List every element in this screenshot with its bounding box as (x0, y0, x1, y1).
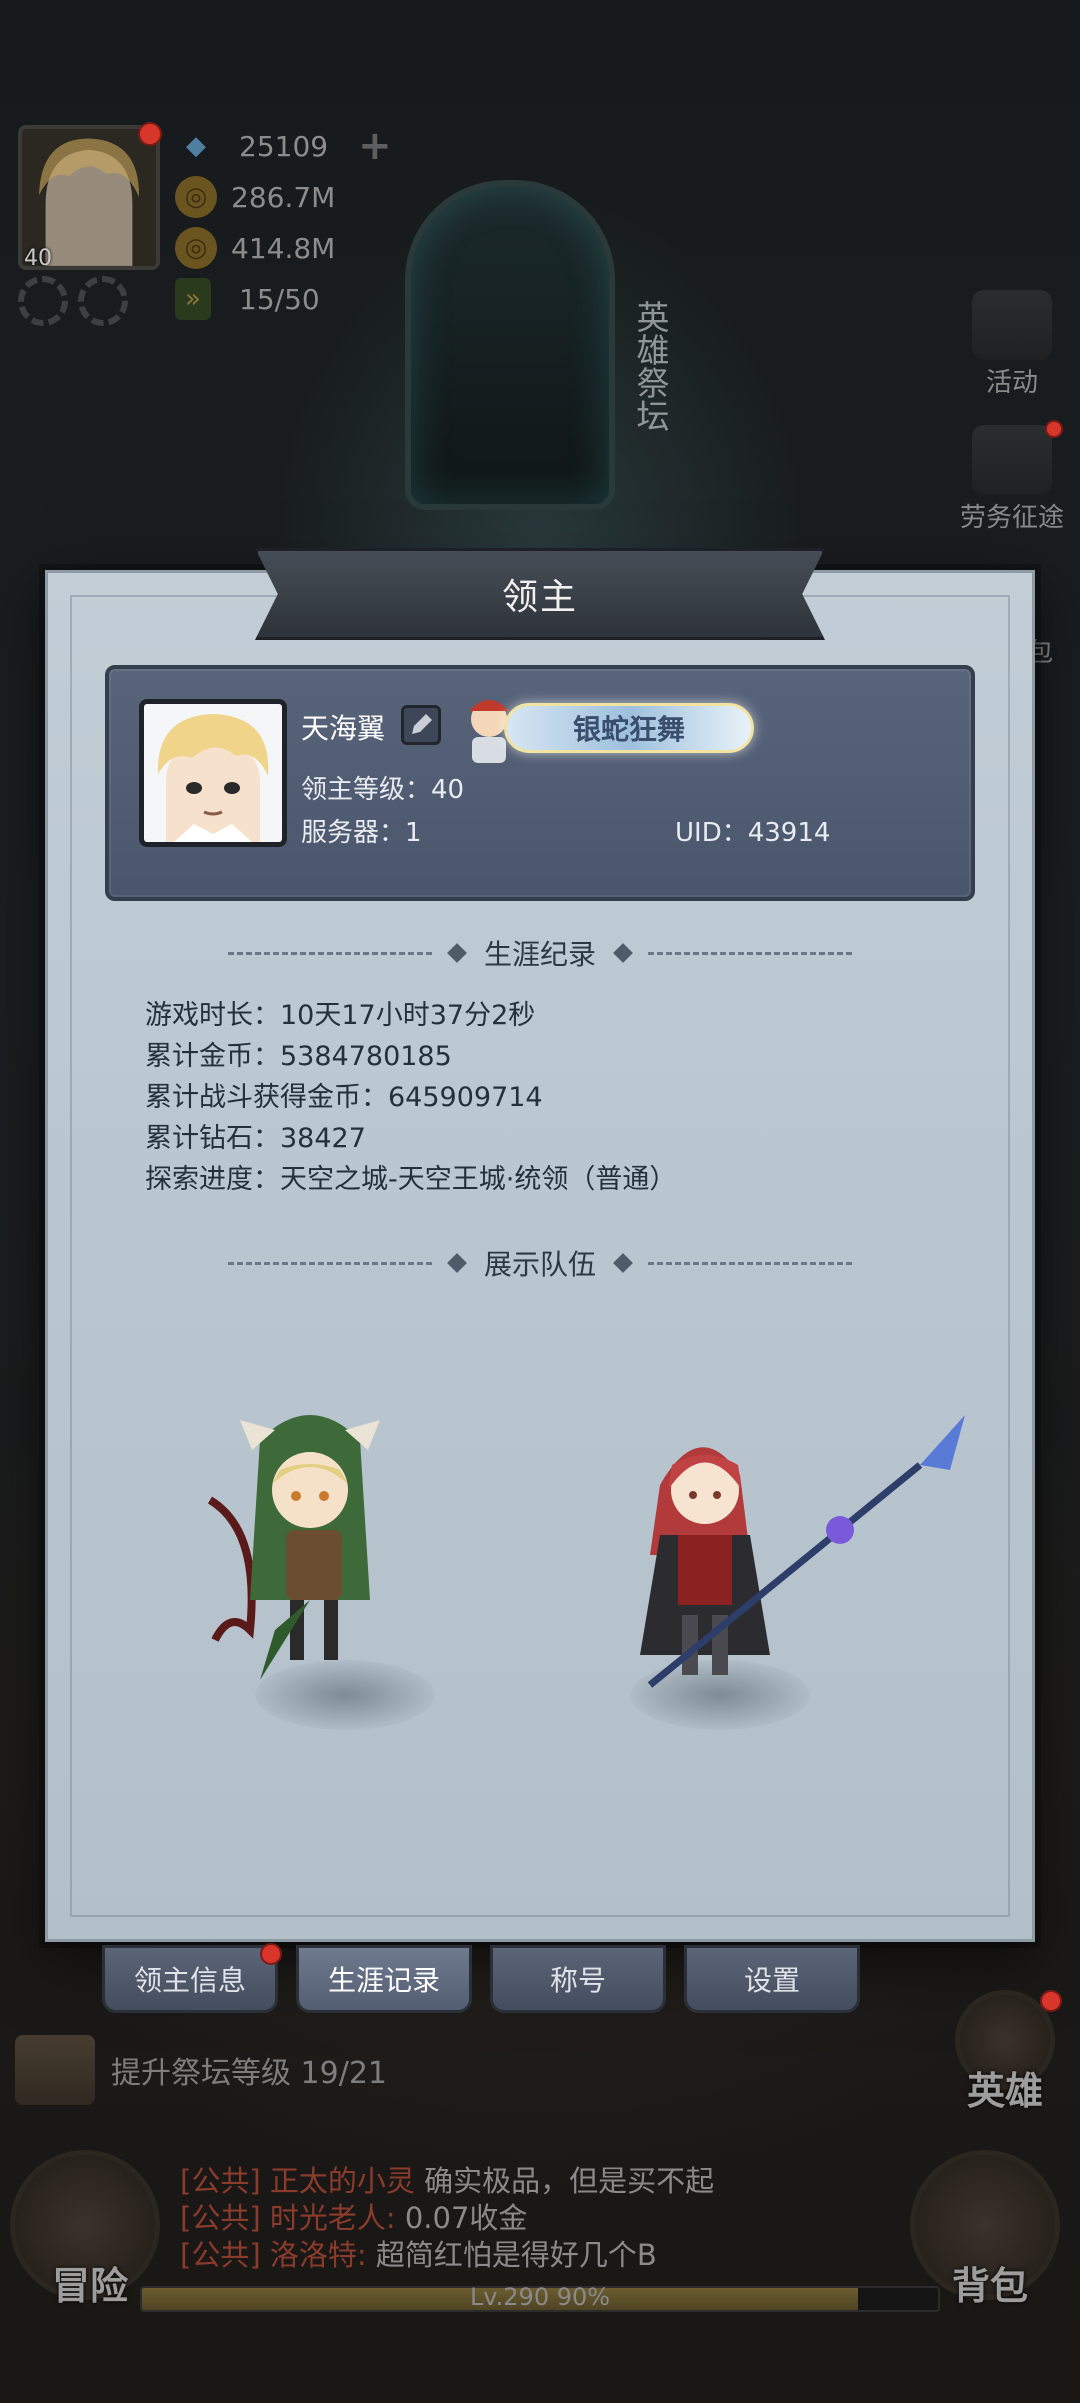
lord-level: 领主等级：40 (301, 775, 465, 805)
activity-label: 活动 (985, 368, 1038, 398)
stamina-resource: » 15/50 (175, 278, 320, 320)
gold-value-1: 286.7M (231, 180, 336, 214)
chat-message: 超简红怕是得好几个B (375, 2238, 657, 2272)
stat-total-gold: 累计金币：5384780185 (145, 1041, 452, 1072)
dialog-title-banner: 领主 (255, 548, 825, 640)
notification-dot (1045, 420, 1063, 438)
team-title: 展示队伍 (484, 1248, 597, 1281)
notification-dot (260, 1943, 282, 1965)
gold-coin-icon: ◎ (175, 176, 217, 218)
title-badge-plate: 银蛇狂舞 (504, 703, 754, 753)
divider (648, 951, 853, 955)
chat-user: 时光老人: (269, 2201, 396, 2235)
altar-portal[interactable] (405, 180, 615, 510)
xp-label: Lv.290 90% (469, 2283, 611, 2311)
tab-label: 称号 (549, 1964, 606, 1997)
profile-card: 天海翼 银蛇狂舞 领主等级：40 服务器：1 UID：43914 (105, 665, 975, 901)
chat-message: 0.07收金 (404, 2201, 528, 2235)
expedition-label: 劳务征途 (959, 503, 1064, 533)
diamond-ornament-icon (613, 943, 633, 963)
profile-avatar[interactable] (139, 699, 287, 847)
tab-career-record[interactable]: 生涯记录 (296, 1945, 472, 2013)
stat-battle-gold: 累计战斗获得金币：645909714 (145, 1082, 543, 1113)
hero-label: 英雄 (966, 2069, 1043, 2113)
quest-text: 提升祭坛等级 19/21 (111, 2056, 387, 2091)
quest-tracker[interactable]: 提升祭坛等级 19/21 (15, 2035, 387, 2105)
dialog-title: 领主 (501, 577, 578, 618)
edit-name-icon[interactable] (401, 705, 441, 745)
chat-line: [公共] 洛洛特: 超简红怕是得好几个B (180, 2237, 714, 2274)
diamond-icon: ◆ (186, 131, 206, 161)
chat-channel: [公共] (180, 2164, 261, 2198)
chat-line: [公共] 正太的小灵 确实极品，但是买不起 (180, 2163, 714, 2200)
chat-message: 确实极品，但是买不起 (424, 2164, 715, 2198)
gold-value-2: 414.8M (231, 231, 336, 265)
stat-play-time: 游戏时长：10天17小时37分2秒 (145, 1000, 536, 1031)
chat-line: [公共] 时光老人: 0.07收金 (180, 2200, 714, 2237)
scroll-icon (15, 2035, 95, 2105)
chat-user: 正太的小灵 (269, 2164, 415, 2198)
hero-archer[interactable] (190, 1380, 450, 1700)
diamond-ornament-icon (613, 1253, 633, 1273)
hero-lancer[interactable] (620, 1395, 980, 1705)
player-level: 40 (24, 246, 52, 271)
tab-titles[interactable]: 称号 (490, 1945, 666, 2013)
gear-icon[interactable] (78, 276, 128, 326)
player-name: 天海翼 (301, 712, 386, 745)
career-section-header: 生涯纪录 (210, 933, 870, 973)
stat-exploration: 探索进度：天空之城-天空王城·统领（普通） (145, 1164, 677, 1195)
chat-feed[interactable]: [公共] 正太的小灵 确实极品，但是买不起 [公共] 时光老人: 0.07收金 … (180, 2163, 714, 2274)
expedition-button[interactable]: 劳务征途 (952, 425, 1072, 534)
tab-settings[interactable]: 设置 (684, 1945, 860, 2013)
tab-label: 生涯记录 (327, 1964, 440, 1997)
gold-resource-2: ◎ 414.8M (175, 227, 336, 269)
divider (228, 951, 432, 955)
gold-coin-icon: ◎ (175, 227, 217, 269)
notification-dot (138, 122, 162, 146)
settings-gear-icon[interactable] (18, 276, 68, 326)
diamond-resource: ◆ 25109 + (175, 123, 392, 169)
stat-total-diamonds: 累计钻石：38427 (145, 1123, 366, 1154)
tab-label: 领主信息 (133, 1964, 246, 1997)
divider (228, 1261, 432, 1265)
title-badge-text: 银蛇狂舞 (572, 713, 685, 746)
gold-resource-1: ◎ 286.7M (175, 176, 336, 218)
server-info: 服务器：1 (301, 818, 422, 848)
title-badge[interactable]: 银蛇狂舞 (454, 689, 754, 769)
diamond-value: 25109 (239, 129, 329, 163)
uid-info: UID：43914 (675, 818, 831, 848)
chat-channel: [公共] (180, 2201, 261, 2235)
tab-label: 设置 (743, 1964, 800, 1997)
chat-user: 洛洛特: (269, 2238, 367, 2272)
divider (648, 1261, 853, 1265)
altar-label: 英雄祭坛 (631, 300, 670, 432)
career-title: 生涯纪录 (484, 938, 597, 971)
activity-button[interactable]: 活动 (952, 290, 1072, 399)
tab-lord-info[interactable]: 领主信息 (102, 1945, 278, 2013)
stamina-value: 15/50 (239, 282, 320, 316)
expedition-icon (972, 425, 1052, 495)
team-section-header: 展示队伍 (210, 1243, 870, 1283)
add-diamond-icon[interactable]: + (358, 123, 392, 169)
profile-avatar-portrait (144, 704, 282, 842)
career-stats: 游戏时长：10天17小时37分2秒 累计金币：5384780185 累计战斗获得… (145, 995, 676, 1200)
stamina-icon: » (175, 278, 211, 320)
notification-dot (1040, 1990, 1062, 2012)
chat-channel: [公共] (180, 2238, 261, 2272)
activity-icon (972, 290, 1052, 360)
